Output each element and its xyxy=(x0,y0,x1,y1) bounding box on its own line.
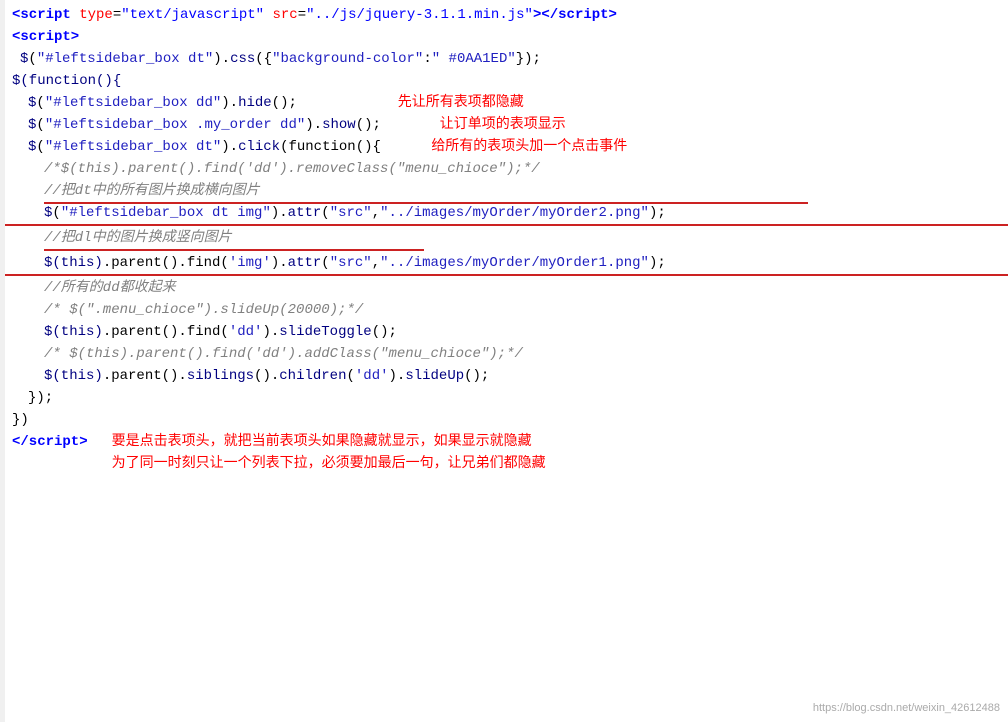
code-line-7: $("#leftsidebar_box dt").click(function(… xyxy=(0,136,1008,158)
code-line-18: }); xyxy=(0,387,1008,409)
code-line-8: /*$(this).parent().find('dd').removeClas… xyxy=(0,158,1008,180)
code-line-11: //把dl中的图片换成竖向图片 xyxy=(0,227,1008,249)
code-line-4: $(function(){ xyxy=(0,70,1008,92)
code-line-17: $(this).parent().siblings().children('dd… xyxy=(0,365,1008,387)
watermark: https://blog.csdn.net/weixin_42612488 xyxy=(813,702,1000,714)
code-line-5: $("#leftsidebar_box dd").hide(); 先让所有表项都… xyxy=(0,92,1008,114)
code-line-6: $("#leftsidebar_box .my_order dd").show(… xyxy=(0,114,1008,136)
code-line-15: $(this).parent().find('dd').slideToggle(… xyxy=(0,321,1008,343)
code-line-20: </script> 要是点击表项头，就把当前表项头如果隐藏就显示，如果显示就隐藏… xyxy=(0,431,1008,475)
code-line-19: }) xyxy=(0,409,1008,431)
code-line-13: //所有的dd都收起来 xyxy=(0,277,1008,299)
code-line-3: $("#leftsidebar_box dt").css({"backgroun… xyxy=(0,48,1008,70)
gutter-bar xyxy=(0,0,5,722)
code-line-9: //把dt中的所有图片换成横向图片 xyxy=(0,180,1008,202)
code-line-14: /* $(".menu_chioce").slideUp(20000);*/ xyxy=(0,299,1008,321)
code-line-16: /* $(this).parent().find('dd').addClass(… xyxy=(0,343,1008,365)
code-line-1: <script type="text/javascript" src="../j… xyxy=(0,4,1008,26)
code-container: <script type="text/javascript" src="../j… xyxy=(0,0,1008,722)
code-line-10: $("#leftsidebar_box dt img").attr("src",… xyxy=(0,202,1008,226)
code-line-12: $(this).parent().find('img').attr("src",… xyxy=(0,252,1008,276)
code-line-2: <script> xyxy=(0,26,1008,48)
